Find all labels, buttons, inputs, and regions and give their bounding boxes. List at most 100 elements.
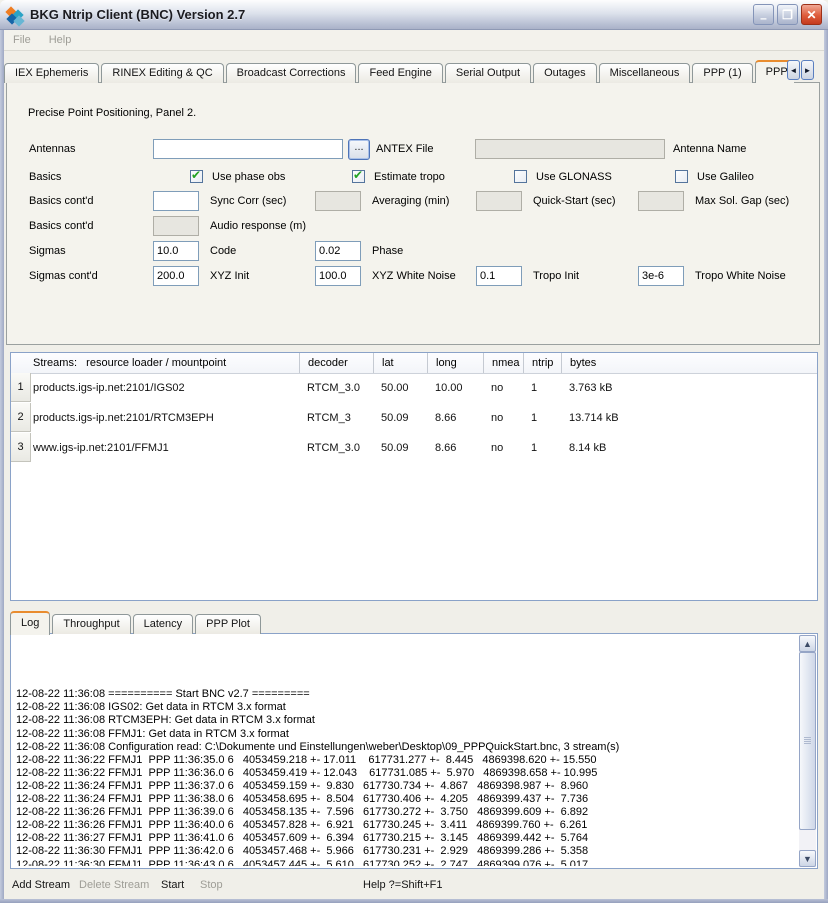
cell-long: 8.66 <box>435 403 456 433</box>
cell-bytes: 3.763 kB <box>569 373 612 403</box>
log-scrollbar[interactable]: ▲ ▼ <box>799 635 816 867</box>
cell-ntrip: 1 <box>531 433 537 463</box>
maximize-button[interactable]: ❐ <box>777 4 798 25</box>
tropo-init-label: Tropo Init <box>533 266 579 286</box>
minimize-icon: – <box>760 11 767 25</box>
add-stream-button[interactable]: Add Stream <box>12 879 70 891</box>
cell-mountpoint: products.igs-ip.net:2101/IGS02 <box>33 373 185 403</box>
minimize-button[interactable]: – <box>753 4 774 25</box>
tropo-init-input[interactable] <box>476 266 522 286</box>
sigmas-contd-label: Sigmas cont'd <box>29 266 98 286</box>
cell-nmea: no <box>491 373 503 403</box>
cell-bytes: 8.14 kB <box>569 433 606 463</box>
tab[interactable]: Broadcast Corrections <box>226 63 357 83</box>
log-line: 12-08-22 11:36:26 FFMJ1 PPP 11:36:39.0 6… <box>16 806 797 819</box>
row-number[interactable]: 3 <box>11 433 31 462</box>
audio-response-label: Audio response (m) <box>210 216 306 236</box>
bottom-tab[interactable]: Throughput <box>52 614 130 634</box>
use-galileo-checkbox[interactable] <box>675 170 688 183</box>
streams-table-header: Streams: resource loader / mountpoint de… <box>11 353 817 374</box>
use-galileo-label: Use Galileo <box>697 167 754 187</box>
use-glonass-checkbox[interactable] <box>514 170 527 183</box>
bottom-tab[interactable]: Log <box>10 611 50 635</box>
log-line: 12-08-22 11:36:27 FFMJ1 PPP 11:36:41.0 6… <box>16 832 797 845</box>
averaging-label: Averaging (min) <box>372 191 449 211</box>
xyz-init-input[interactable] <box>153 266 199 286</box>
estimate-tropo-checkbox[interactable] <box>352 170 365 183</box>
menu-help[interactable]: Help <box>40 34 81 46</box>
window-frame-left <box>0 30 4 903</box>
log-line: 12-08-22 11:36:22 FFMJ1 PPP 11:36:36.0 6… <box>16 767 797 780</box>
cell-mountpoint: products.igs-ip.net:2101/RTCM3EPH <box>33 403 214 433</box>
row-number[interactable]: 1 <box>11 373 31 402</box>
tab[interactable]: Serial Output <box>445 63 531 83</box>
cell-nmea: no <box>491 433 503 463</box>
sigma-phase-input[interactable] <box>315 241 361 261</box>
antennas-input[interactable] <box>153 139 343 159</box>
bottom-tab[interactable]: Latency <box>133 614 194 634</box>
scroll-up-icon[interactable]: ▲ <box>799 635 816 652</box>
max-sol-gap-input <box>638 191 684 211</box>
tab-scroll-left-icon[interactable]: ◄ <box>787 60 800 80</box>
scroll-down-icon[interactable]: ▼ <box>799 850 816 867</box>
menu-file[interactable]: File <box>4 34 40 46</box>
cell-ntrip: 1 <box>531 373 537 403</box>
tab[interactable]: Outages <box>533 63 597 83</box>
cell-ntrip: 1 <box>531 403 537 433</box>
bottom-tab[interactable]: PPP Plot <box>195 614 261 634</box>
estimate-tropo-label: Estimate tropo <box>374 167 445 187</box>
use-phase-obs-checkbox[interactable] <box>190 170 203 183</box>
ppp2-panel: Precise Point Positioning, Panel 2. Ante… <box>6 82 820 345</box>
sigma-code-input[interactable] <box>153 241 199 261</box>
panel-caption: Precise Point Positioning, Panel 2. <box>28 103 196 123</box>
tab[interactable]: Miscellaneous <box>599 63 691 83</box>
tab[interactable]: PPP (1) <box>692 63 752 83</box>
tab[interactable]: IEX Ephemeris <box>4 63 99 83</box>
col-streams[interactable]: Streams: resource loader / mountpoint <box>11 353 321 373</box>
top-tab-strip: IEX Ephemeris RINEX Editing & QC Broadca… <box>4 58 794 83</box>
close-button[interactable]: ✕ <box>801 4 822 25</box>
tab[interactable]: Feed Engine <box>358 63 442 83</box>
bnc-app-icon <box>6 6 24 24</box>
start-button[interactable]: Start <box>161 879 184 891</box>
scrollbar-thumb[interactable] <box>799 652 816 830</box>
averaging-input <box>315 191 361 211</box>
basics-label: Basics <box>29 167 61 187</box>
menu-bar: File Help <box>4 30 824 51</box>
sigma-phase-label: Phase <box>372 241 403 261</box>
cell-lat: 50.00 <box>381 373 409 403</box>
antenna-name-label: Antenna Name <box>673 139 746 159</box>
quick-start-input <box>476 191 522 211</box>
app-window: BKG Ntrip Client (BNC) Version 2.7 – ❐ ✕… <box>0 0 828 903</box>
use-phase-obs-label: Use phase obs <box>212 167 285 187</box>
log-lines: 12-08-22 11:36:08 ========== Start BNC v… <box>13 649 797 866</box>
cell-decoder: RTCM_3.0 <box>307 433 360 463</box>
table-row[interactable]: 2 products.igs-ip.net:2101/RTCM3EPH RTCM… <box>11 403 817 433</box>
xyz-init-label: XYZ Init <box>210 266 249 286</box>
use-glonass-label: Use GLONASS <box>536 167 612 187</box>
log-output[interactable]: 12-08-22 11:36:08 ========== Start BNC v… <box>10 633 818 869</box>
log-line: 12-08-22 11:36:24 FFMJ1 PPP 11:36:37.0 6… <box>16 780 797 793</box>
cell-decoder: RTCM_3 <box>307 403 351 433</box>
cell-lat: 50.09 <box>381 433 409 463</box>
row-number[interactable]: 2 <box>11 403 31 432</box>
cell-long: 10.00 <box>435 373 463 403</box>
close-icon: ✕ <box>806 8 816 22</box>
window-frame-right <box>824 30 828 903</box>
log-line: 12-08-22 11:36:08 FFMJ1: Get data in RTC… <box>16 728 797 741</box>
sync-corr-input[interactable] <box>153 191 199 211</box>
antex-browse-button[interactable]: ... <box>348 139 370 160</box>
tab-scroll-right-icon[interactable]: ► <box>801 60 814 80</box>
col-decoder[interactable]: decoder <box>299 353 382 373</box>
table-row[interactable]: 3 www.igs-ip.net:2101/FFMJ1 RTCM_3.0 50.… <box>11 433 817 463</box>
xyz-white-noise-input[interactable] <box>315 266 361 286</box>
tab[interactable]: RINEX Editing & QC <box>101 63 223 83</box>
log-line: 12-08-22 11:36:26 FFMJ1 PPP 11:36:40.0 6… <box>16 819 797 832</box>
table-row[interactable]: 1 products.igs-ip.net:2101/IGS02 RTCM_3.… <box>11 373 817 403</box>
antenna-name-input <box>475 139 665 159</box>
title-bar[interactable]: BKG Ntrip Client (BNC) Version 2.7 – ❐ ✕ <box>0 0 828 30</box>
tropo-white-noise-input[interactable] <box>638 266 684 286</box>
antennas-label: Antennas <box>29 139 75 159</box>
sigmas-label: Sigmas <box>29 241 66 261</box>
col-bytes[interactable]: bytes <box>561 353 770 373</box>
